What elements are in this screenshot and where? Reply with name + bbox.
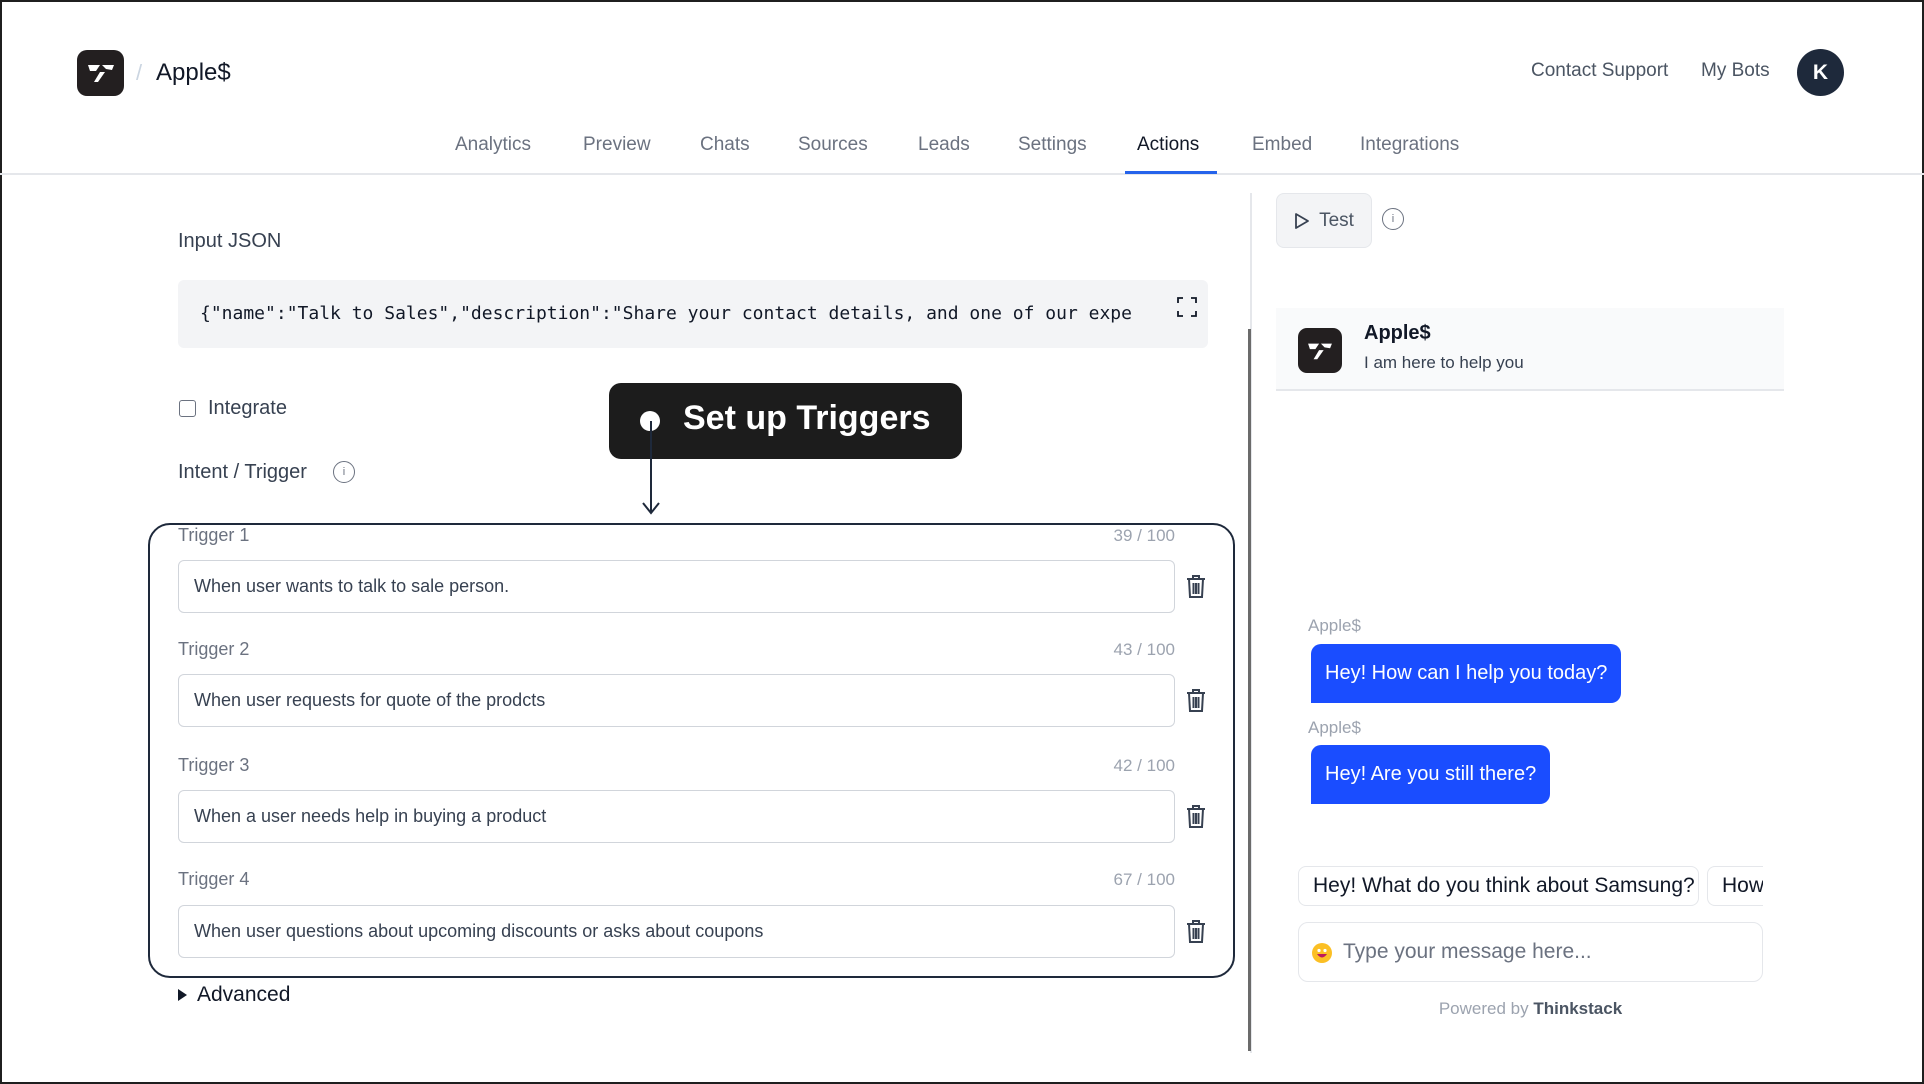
app-logo[interactable] (77, 50, 124, 96)
trigger-2-label: Trigger 2 (178, 639, 250, 659)
callout-arrow-icon (642, 421, 660, 515)
suggestion-chip[interactable]: How (1707, 866, 1763, 906)
trigger-3-input[interactable] (178, 790, 1175, 843)
trash-icon[interactable] (1185, 573, 1207, 599)
trigger-3-count: 42 / 100 (1113, 756, 1175, 775)
powered-by-brand[interactable]: Thinkstack (1533, 999, 1622, 1018)
message-composer (1298, 922, 1763, 982)
nav-tabs: Analytics Preview Chats Sources Leads Se… (0, 130, 1924, 175)
avatar-initial: K (1812, 60, 1829, 84)
thinkstack-logo-icon (1308, 343, 1332, 359)
callout-text: Set up Triggers (683, 399, 931, 437)
powered-by: Powered by Thinkstack (1438, 999, 1623, 1018)
test-label: Test (1319, 209, 1354, 231)
integrate-label: Integrate (208, 397, 287, 419)
play-icon (1295, 212, 1309, 229)
trigger-3-label: Trigger 3 (178, 755, 250, 775)
test-info-icon[interactable]: i (1382, 208, 1404, 230)
tab-analytics[interactable]: Analytics (455, 134, 531, 173)
emoji-icon[interactable] (1312, 943, 1332, 963)
tab-preview[interactable]: Preview (583, 134, 651, 173)
suggestion-chip[interactable]: Hey! What do you think about Samsung? (1298, 866, 1699, 906)
input-json-editor[interactable]: {"name":"Talk to Sales","description":"S… (178, 280, 1208, 348)
my-bots-link[interactable]: My Bots (1701, 60, 1770, 82)
message-sender: Apple$ (1308, 616, 1361, 635)
test-button[interactable]: Test (1276, 193, 1372, 248)
integrate-checkbox[interactable] (179, 400, 196, 417)
trigger-4-count: 67 / 100 (1113, 870, 1175, 889)
tab-actions[interactable]: Actions (1137, 134, 1199, 173)
tab-chats[interactable]: Chats (700, 134, 750, 173)
advanced-toggle[interactable]: Advanced (178, 983, 290, 1007)
tab-settings[interactable]: Settings (1018, 134, 1087, 173)
chat-title: Apple$ (1364, 322, 1431, 344)
contact-support-link[interactable]: Contact Support (1531, 60, 1668, 82)
intent-trigger-label: Intent / Trigger (178, 461, 307, 483)
info-icon[interactable]: i (333, 461, 355, 483)
trash-icon[interactable] (1185, 687, 1207, 713)
bot-message-bubble: Hey! How can I help you today? (1311, 644, 1622, 703)
trash-icon[interactable] (1185, 918, 1207, 944)
breadcrumb-bot-name[interactable]: Apple$ (156, 59, 231, 87)
message-input[interactable] (1343, 923, 1753, 980)
trigger-4-input[interactable] (178, 905, 1175, 958)
caret-right-icon (178, 989, 187, 1001)
trigger-2-input[interactable] (178, 674, 1175, 727)
smiley-icon (1317, 948, 1327, 958)
advanced-label: Advanced (197, 983, 291, 1006)
chat-subtitle: I am here to help you (1364, 353, 1524, 372)
input-json-value[interactable]: {"name":"Talk to Sales","description":"S… (200, 303, 1160, 324)
thinkstack-logo-icon (87, 65, 114, 82)
chat-bot-logo (1298, 328, 1342, 373)
trigger-1-label: Trigger 1 (178, 525, 250, 545)
breadcrumb-separator: / (136, 60, 143, 85)
scrollbar-thumb[interactable] (1248, 329, 1251, 1051)
trigger-2-count: 43 / 100 (1113, 640, 1175, 659)
trigger-4-label: Trigger 4 (178, 869, 250, 889)
active-tab-indicator (1125, 171, 1217, 174)
trash-icon[interactable] (1185, 803, 1207, 829)
tab-integrations[interactable]: Integrations (1360, 134, 1459, 173)
message-sender: Apple$ (1308, 718, 1361, 737)
user-avatar[interactable]: K (1797, 49, 1844, 96)
tab-embed[interactable]: Embed (1252, 134, 1312, 173)
trigger-1-input[interactable] (178, 560, 1175, 613)
bot-message-bubble: Hey! Are you still there? (1311, 745, 1551, 804)
input-json-label: Input JSON (178, 230, 282, 252)
chat-header: Apple$ I am here to help you (1276, 308, 1784, 391)
tab-sources[interactable]: Sources (798, 134, 868, 173)
trigger-1-count: 39 / 100 (1113, 526, 1175, 545)
expand-icon[interactable] (1176, 296, 1198, 318)
tab-leads[interactable]: Leads (918, 134, 970, 173)
